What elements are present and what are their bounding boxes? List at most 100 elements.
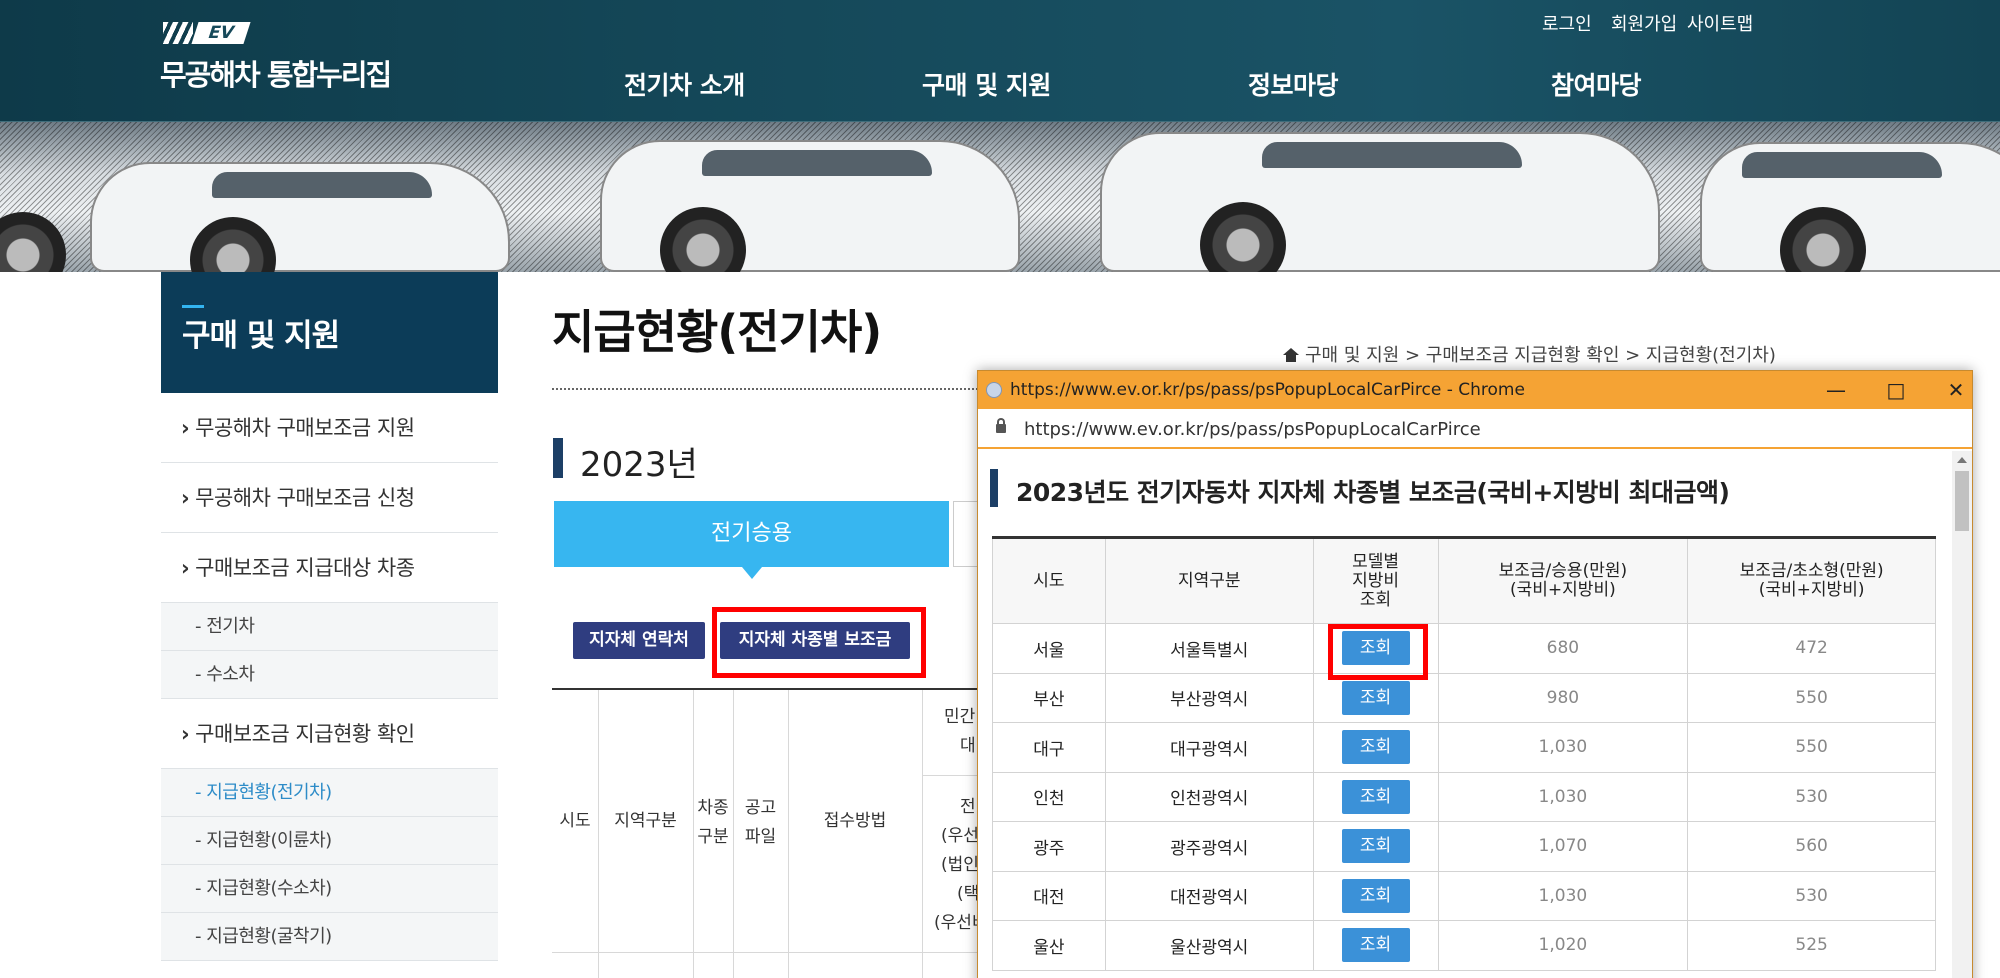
car-shape xyxy=(1100,132,1660,272)
site-logo-text[interactable]: 무공해차 통합누리집 xyxy=(160,52,392,94)
popup-scrollbar[interactable] xyxy=(1952,451,1972,978)
sidebar-title: 구매 및 지원 xyxy=(182,318,340,354)
cell-region: 인천광역시 xyxy=(1104,771,1314,822)
cell-model-query: 조회 xyxy=(1312,821,1439,872)
nav-info[interactable]: 정보마당 xyxy=(1248,66,1339,102)
sidebar-item-payment-status[interactable]: 구매보조금 지급현황 확인 xyxy=(161,699,498,769)
cell-sedan-subsidy: 980 xyxy=(1437,672,1689,723)
highlight-box xyxy=(1328,624,1428,680)
header-line: 조회 xyxy=(1359,589,1392,610)
query-button[interactable]: 조회 xyxy=(1341,779,1410,814)
popup-title-text: https://www.ev.or.kr/ps/pass/psPopupLoca… xyxy=(1010,380,1525,400)
sidebar-item-hydrogen[interactable]: - 수소차 xyxy=(161,651,498,699)
subsidy-table-body: 서울 서울특별시 조회 680 472 부산 부산광역시 조회 980 550 대구 대구광역시 조회 1… xyxy=(992,623,1936,971)
query-button[interactable]: 조회 xyxy=(1341,829,1410,864)
scroll-up-icon[interactable] xyxy=(1957,457,1967,463)
breadcrumb-item[interactable]: 구매보조금 지급현황 확인 xyxy=(1426,345,1620,366)
cell-small-subsidy: 530 xyxy=(1687,771,1936,822)
cell-region: 부산광역시 xyxy=(1104,672,1314,723)
cell-small-subsidy: 472 xyxy=(1687,623,1936,674)
table-row: 대구 대구광역시 조회 1,030 550 xyxy=(992,722,1936,773)
sidebar-item-status-excavator[interactable]: - 지급현황(굴착기) xyxy=(161,913,498,961)
cell-sedan-subsidy: 1,030 xyxy=(1437,771,1689,822)
sidebar-header: 구매 및 지원 xyxy=(161,272,498,393)
minimize-icon[interactable]: — xyxy=(1816,375,1856,405)
breadcrumb: 구매 및 지원 > 구매보조금 지급현황 확인 > 지급현황(전기차) xyxy=(1283,341,1776,367)
cell-region: 서울특별시 xyxy=(1104,623,1314,674)
table-divider xyxy=(552,952,982,953)
hero-banner-cars xyxy=(0,122,2000,272)
column-header-small-subsidy: 보조금/초소형(만원) (국비+지방비) xyxy=(1687,537,1936,624)
cell-sedan-subsidy: 1,070 xyxy=(1437,821,1689,872)
cell-region: 대전광역시 xyxy=(1104,870,1314,921)
query-button[interactable]: 조회 xyxy=(1341,730,1410,765)
column-header-model-query: 모델별 지방비 조회 xyxy=(1312,537,1439,624)
sidebar-item-status-motorcycle[interactable]: - 지급현황(이륜차) xyxy=(161,817,498,865)
table-header-private: 민간 xyxy=(944,707,976,727)
header-line: 보조금/승용(만원) xyxy=(1498,561,1628,581)
table-header-region: 지역구분 xyxy=(614,811,677,831)
header-line: 모델별 xyxy=(1352,551,1400,572)
lock-icon[interactable] xyxy=(996,418,1006,433)
table-header-sub: (택 xyxy=(957,884,980,904)
popup-url[interactable]: https://www.ev.or.kr/ps/pass/psPopupLoca… xyxy=(1024,419,1481,440)
popup-title-bar[interactable]: https://www.ev.or.kr/ps/pass/psPopupLoca… xyxy=(978,371,1972,409)
cell-region: 광주광역시 xyxy=(1104,821,1314,872)
cell-sido: 서울 xyxy=(992,623,1106,674)
query-button[interactable]: 조회 xyxy=(1341,680,1410,715)
maximize-icon[interactable]: □ xyxy=(1876,375,1916,405)
sidebar-item-status-hydrogen[interactable]: - 지급현황(수소차) xyxy=(161,865,498,913)
sidebar-item-subsidy-apply[interactable]: 무공해차 구매보조금 신청 xyxy=(161,463,498,533)
scroll-thumb[interactable] xyxy=(1955,471,1969,531)
query-button[interactable]: 조회 xyxy=(1341,878,1410,913)
cell-sido: 대구 xyxy=(992,722,1106,773)
sidebar-accent-bar xyxy=(182,305,204,308)
signup-link[interactable]: 회원가입 xyxy=(1611,10,1677,36)
query-button[interactable]: 조회 xyxy=(1341,928,1410,963)
nav-ev-intro[interactable]: 전기차 소개 xyxy=(624,66,745,102)
table-header-sub: (우선 xyxy=(941,826,979,846)
globe-icon xyxy=(986,382,1002,398)
sidebar-item-status-ev[interactable]: - 지급현황(전기차) xyxy=(161,769,498,817)
tab-ev-passenger[interactable]: 전기승용 xyxy=(554,501,949,579)
year-heading: 2023년 xyxy=(580,445,698,485)
cell-small-subsidy: 550 xyxy=(1687,722,1936,773)
table-row: 부산 부산광역시 조회 980 550 xyxy=(992,672,1936,723)
column-header-sedan-subsidy: 보조금/승용(만원) (국비+지방비) xyxy=(1437,537,1689,624)
cell-sido: 대전 xyxy=(992,870,1106,921)
logo-slashes-icon xyxy=(163,22,193,44)
cell-small-subsidy: 525 xyxy=(1687,920,1936,971)
nav-purchase-support[interactable]: 구매 및 지원 xyxy=(922,66,1051,102)
page-root: EV 무공해차 통합누리집 로그인 회원가입 사이트맵 전기차 소개 구매 및 … xyxy=(0,0,2000,978)
header-line: (국비+지방비) xyxy=(1758,580,1865,600)
table-header-sub: 전 xyxy=(960,797,976,817)
table-header-type: 구분 xyxy=(697,827,729,847)
cell-model-query: 조회 xyxy=(1312,672,1439,723)
table-row: 인천 인천광역시 조회 1,030 530 xyxy=(992,771,1936,822)
table-header-method: 접수방법 xyxy=(823,811,887,831)
login-link[interactable]: 로그인 xyxy=(1542,10,1592,36)
popup-window: https://www.ev.or.kr/ps/pass/psPopupLoca… xyxy=(977,370,1973,978)
popup-address-bar[interactable]: https://www.ev.or.kr/ps/pass/psPopupLoca… xyxy=(978,409,1972,449)
sidebar-item-subsidy-support[interactable]: 무공해차 구매보조금 지원 xyxy=(161,393,498,463)
table-header-sub: (법인 xyxy=(941,855,979,875)
cell-model-query: 조회 xyxy=(1312,920,1439,971)
header-line: 보조금/초소형(만원) xyxy=(1739,561,1884,581)
sidebar-item-eligible-models[interactable]: 구매보조금 지급대상 차종 xyxy=(161,533,498,603)
breadcrumb-item[interactable]: 지급현황(전기차) xyxy=(1646,345,1776,366)
ev-logo-badge[interactable]: EV xyxy=(163,22,251,44)
popup-heading: 2023년도 전기자동차 지자체 차종별 보조금(국비+지방비 최대금액) xyxy=(1016,478,1730,507)
sidebar-item-ev[interactable]: - 전기차 xyxy=(161,603,498,651)
table-header-file: 파일 xyxy=(744,827,777,847)
cell-sedan-subsidy: 1,030 xyxy=(1437,870,1689,921)
logo-badge-text: EV xyxy=(191,22,251,44)
close-icon[interactable]: ✕ xyxy=(1936,375,1976,405)
cell-sido: 광주 xyxy=(992,821,1106,872)
table-header-row: 시도 지역구분 모델별 지방비 조회 보조금/승용(만원) (국비+지방비) 보조금/… xyxy=(992,537,1936,624)
local-contact-button[interactable]: 지자체 연락처 xyxy=(573,622,705,659)
breadcrumb-item[interactable]: 구매 및 지원 xyxy=(1305,345,1399,366)
sitemap-link[interactable]: 사이트맵 xyxy=(1687,10,1753,36)
breadcrumb-separator: > xyxy=(1399,345,1426,366)
nav-participation[interactable]: 참여마당 xyxy=(1551,66,1642,102)
home-icon[interactable] xyxy=(1283,348,1299,362)
